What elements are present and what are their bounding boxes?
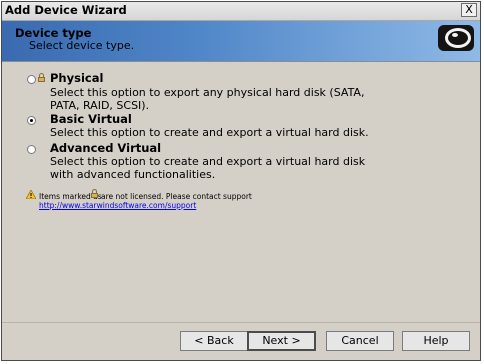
basic-virtual-description-line-1: Select this option to create and export … [50, 126, 369, 139]
wizard-header: Device type Select device type. [2, 21, 480, 61]
add-device-wizard-window: Add Device Wizard X Device type Select d… [1, 1, 481, 361]
advanced-virtual-description-line-2: with advanced functionalities. [50, 168, 216, 181]
back-button[interactable]: < Back [180, 331, 248, 351]
header-title: Device type [15, 26, 92, 40]
advanced-virtual-label[interactable]: Advanced Virtual [50, 141, 161, 155]
physical-radio[interactable] [27, 75, 36, 84]
warning-icon [26, 190, 36, 199]
header-subtitle: Select device type. [29, 39, 135, 52]
starwind-logo-icon [438, 25, 474, 51]
physical-description-line-1: Select this option to export any physica… [50, 86, 365, 99]
lock-icon [38, 73, 45, 82]
license-note-text-after: are not licensed. Please contact support [101, 192, 252, 201]
basic-virtual-radio[interactable] [27, 116, 36, 125]
cancel-button[interactable]: Cancel [326, 331, 394, 351]
next-button[interactable]: Next > [247, 331, 316, 351]
help-button[interactable]: Help [402, 331, 470, 351]
physical-label[interactable]: Physical [50, 71, 103, 85]
support-link[interactable]: http://www.starwindsoftware.com/support [39, 201, 196, 210]
lock-icon [91, 189, 98, 198]
window-title: Add Device Wizard [5, 3, 127, 17]
close-button[interactable]: X [461, 3, 477, 17]
basic-virtual-label[interactable]: Basic Virtual [50, 112, 132, 126]
header-separator [2, 61, 480, 62]
button-area-separator [2, 322, 480, 323]
advanced-virtual-description-line-1: Select this option to create and export … [50, 155, 366, 168]
physical-description-line-2: PATA, RAID, SCSI). [50, 99, 150, 112]
advanced-virtual-radio[interactable] [27, 145, 36, 154]
title-bar: Add Device Wizard X [2, 2, 480, 21]
